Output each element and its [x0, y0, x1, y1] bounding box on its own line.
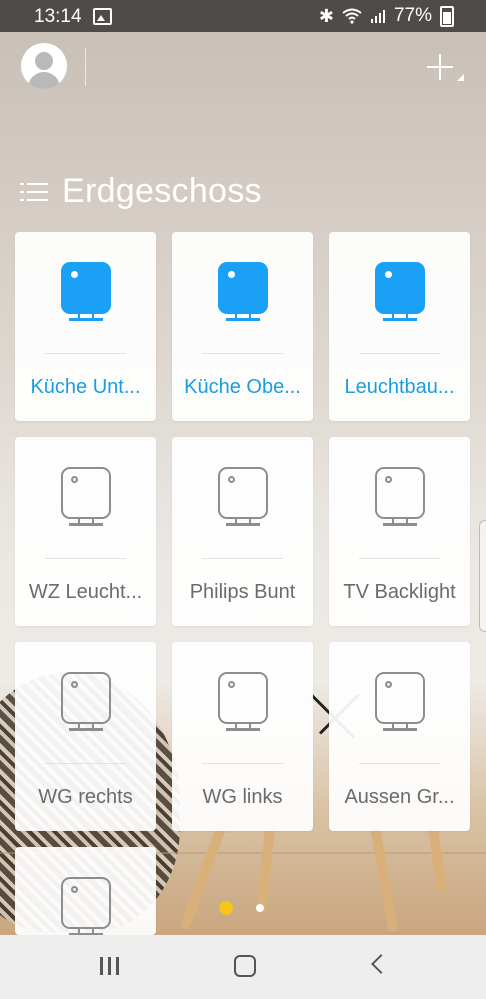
tile-separator [202, 763, 283, 764]
device-tile[interactable]: Philips Bunt [172, 437, 313, 626]
light-device-icon [218, 467, 268, 526]
device-tile[interactable]: Aussen Gr... [329, 642, 470, 831]
list-menu-icon[interactable] [20, 181, 48, 203]
device-label: Philips Bunt [189, 581, 296, 603]
device-label: Leuchtbau... [344, 376, 455, 398]
light-device-icon [61, 877, 111, 935]
light-device-icon [218, 672, 268, 731]
device-label: Aussen Gr... [344, 786, 455, 808]
avatar-head [35, 52, 53, 70]
device-tile[interactable]: Küche Obe... [172, 232, 313, 421]
device-tile[interactable]: Küche Unt... [15, 232, 156, 421]
device-label: WG links [202, 786, 283, 808]
page-indicator[interactable] [256, 904, 264, 912]
signal-icon [370, 10, 385, 23]
light-device-icon [61, 672, 111, 731]
battery-icon [440, 5, 454, 27]
device-label: Küche Unt... [30, 376, 141, 398]
page-indicator-active[interactable] [219, 901, 233, 915]
recents-icon[interactable] [100, 957, 122, 975]
bluetooth-icon: ✱ [318, 5, 334, 26]
edge-panel-handle[interactable] [479, 520, 486, 632]
light-device-icon [375, 262, 425, 321]
avatar-body [28, 72, 60, 89]
image-icon [93, 8, 112, 25]
battery-percent: 77% [393, 5, 432, 26]
device-tile[interactable]: WZ Leucht... [15, 437, 156, 626]
tile-separator [359, 763, 440, 764]
status-bar: 13:14 ✱ 77% [0, 0, 486, 32]
tile-separator [359, 558, 440, 559]
device-tile[interactable]: WG links [172, 642, 313, 831]
tile-separator [202, 558, 283, 559]
status-time: 13:14 [34, 6, 82, 27]
device-label: WG rechts [38, 786, 133, 808]
device-tile[interactable] [15, 847, 156, 935]
tile-separator [359, 353, 440, 354]
tile-separator [202, 353, 283, 354]
light-device-icon [61, 262, 111, 321]
light-device-icon [61, 467, 111, 526]
navigation-bar [0, 935, 486, 999]
tile-separator [45, 353, 126, 354]
user-avatar-icon[interactable] [21, 43, 67, 89]
header-divider [85, 48, 86, 86]
wifi-icon [342, 8, 362, 24]
tile-separator [45, 763, 126, 764]
plus-icon-vertical [439, 54, 441, 80]
add-button[interactable] [424, 50, 464, 86]
group-header[interactable]: Erdgeschoss [20, 172, 262, 211]
device-label: WZ Leucht... [28, 581, 143, 603]
light-device-icon [375, 467, 425, 526]
light-device-icon [218, 262, 268, 321]
device-tile[interactable]: TV Backlight [329, 437, 470, 626]
device-label: TV Backlight [343, 581, 456, 603]
back-icon[interactable] [371, 954, 391, 974]
home-icon[interactable] [234, 955, 256, 977]
light-device-icon [375, 672, 425, 731]
device-tile[interactable]: Leuchtbau... [329, 232, 470, 421]
device-tile[interactable]: WG rechts [15, 642, 156, 831]
dropdown-corner-icon [457, 74, 464, 81]
tile-separator [45, 558, 126, 559]
device-label: Küche Obe... [184, 376, 301, 398]
group-title: Erdgeschoss [62, 172, 262, 210]
